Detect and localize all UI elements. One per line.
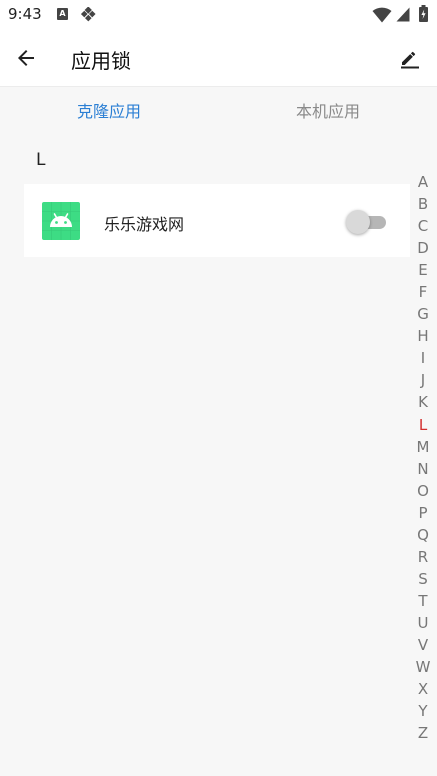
back-arrow-icon[interactable] bbox=[14, 46, 38, 70]
index-letter-e[interactable]: E bbox=[412, 259, 434, 281]
index-letter-v[interactable]: V bbox=[412, 634, 434, 656]
index-letter-g[interactable]: G bbox=[412, 303, 434, 325]
app-toolbar: 应用锁 bbox=[0, 30, 437, 87]
app-name: 乐乐游戏网 bbox=[104, 215, 185, 234]
index-letter-m[interactable]: M bbox=[412, 436, 434, 458]
index-letter-x[interactable]: X bbox=[412, 678, 434, 700]
index-letter-j[interactable]: J bbox=[412, 369, 434, 391]
index-letter-i[interactable]: I bbox=[412, 347, 434, 369]
index-letter-f[interactable]: F bbox=[412, 281, 434, 303]
index-letter-w[interactable]: W bbox=[412, 656, 434, 678]
status-bar: 9:43 A bbox=[0, 0, 437, 30]
index-letter-q[interactable]: Q bbox=[412, 524, 434, 546]
page-title: 应用锁 bbox=[71, 49, 131, 73]
tab-cloned-apps[interactable]: 克隆应用 bbox=[9, 87, 209, 137]
index-letter-y[interactable]: Y bbox=[412, 700, 434, 722]
index-letter-p[interactable]: P bbox=[412, 502, 434, 524]
index-letter-o[interactable]: O bbox=[412, 480, 434, 502]
alphabet-index[interactable]: ABCDEFGHIJKLMNOPQRSTUVWXYZ bbox=[412, 171, 434, 744]
android-icon bbox=[42, 202, 80, 240]
tab-local-apps[interactable]: 本机应用 bbox=[228, 87, 428, 137]
battery-charging-icon bbox=[419, 5, 428, 22]
edit-pencil-icon[interactable] bbox=[398, 46, 422, 70]
status-time: 9:43 bbox=[8, 5, 42, 23]
index-letter-k[interactable]: K bbox=[412, 391, 434, 413]
index-letter-d[interactable]: D bbox=[412, 237, 434, 259]
index-letter-t[interactable]: T bbox=[412, 590, 434, 612]
diamond-notification-icon bbox=[81, 7, 96, 22]
index-letter-u[interactable]: U bbox=[412, 612, 434, 634]
section-header-letter: L bbox=[36, 150, 46, 170]
index-letter-s[interactable]: S bbox=[412, 568, 434, 590]
toggle-thumb bbox=[346, 210, 370, 234]
app-list-item[interactable]: 乐乐游戏网 bbox=[24, 184, 410, 257]
wifi-icon bbox=[372, 7, 392, 23]
tab-bar: 克隆应用 本机应用 bbox=[0, 87, 437, 137]
cell-signal-icon bbox=[396, 7, 410, 22]
index-letter-h[interactable]: H bbox=[412, 325, 434, 347]
index-letter-l[interactable]: L bbox=[412, 414, 434, 436]
index-letter-a[interactable]: A bbox=[412, 171, 434, 193]
app-lock-screen: 9:43 A 应用锁 克隆应用 本机应用 L 乐乐游戏网 A B C D E F… bbox=[0, 0, 437, 776]
index-letter-b[interactable]: B bbox=[412, 193, 434, 215]
index-letter-c[interactable]: C bbox=[412, 215, 434, 237]
app-lock-toggle[interactable] bbox=[346, 208, 388, 234]
index-letter-n[interactable]: N bbox=[412, 458, 434, 480]
index-letter-r[interactable]: R bbox=[412, 546, 434, 568]
index-letter-z[interactable]: Z bbox=[412, 722, 434, 744]
notification-a-icon: A bbox=[57, 8, 68, 20]
